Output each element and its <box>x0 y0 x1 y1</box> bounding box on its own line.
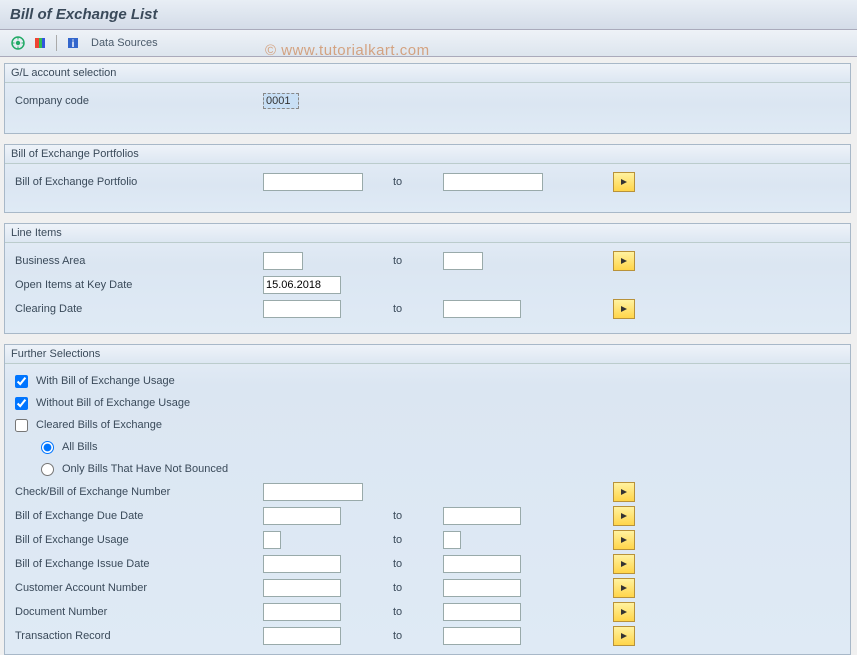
usage-from-input[interactable] <box>263 531 281 549</box>
due-date-label: Bill of Exchange Due Date <box>13 510 263 522</box>
due-date-from-input[interactable] <box>263 507 341 525</box>
due-date-to-label: to <box>383 510 443 522</box>
group-further-selections: Further Selections With Bill of Exchange… <box>4 344 851 655</box>
group-header-line-items: Line Items <box>5 224 850 243</box>
info-icon[interactable]: i <box>63 34 83 52</box>
group-header-portfolios: Bill of Exchange Portfolios <box>5 145 850 164</box>
doc-number-to-input[interactable] <box>443 603 521 621</box>
cust-acct-to-label: to <box>383 582 443 594</box>
cleared-label: Cleared Bills of Exchange <box>36 419 162 431</box>
with-usage-checkbox[interactable] <box>15 375 28 388</box>
without-usage-label: Without Bill of Exchange Usage <box>36 397 190 409</box>
trans-record-to-input[interactable] <box>443 627 521 645</box>
doc-number-to-label: to <box>383 606 443 618</box>
without-usage-checkbox[interactable] <box>15 397 28 410</box>
group-header-gl: G/L account selection <box>5 64 850 83</box>
trans-record-to-label: to <box>383 630 443 642</box>
issue-date-label: Bill of Exchange Issue Date <box>13 558 263 570</box>
usage-to-label: to <box>383 534 443 546</box>
execute-icon[interactable] <box>8 34 28 52</box>
business-area-label: Business Area <box>13 255 263 267</box>
clearing-date-label: Clearing Date <box>13 303 263 315</box>
business-area-to-input[interactable] <box>443 252 483 270</box>
not-bounced-label: Only Bills That Have Not Bounced <box>62 463 228 475</box>
clearing-date-from-input[interactable] <box>263 300 341 318</box>
trans-record-multi-button[interactable] <box>613 626 635 646</box>
clearing-date-multi-button[interactable] <box>613 299 635 319</box>
clearing-date-to-label: to <box>383 303 443 315</box>
all-bills-label: All Bills <box>62 441 97 453</box>
usage-to-input[interactable] <box>443 531 461 549</box>
doc-number-from-input[interactable] <box>263 603 341 621</box>
portfolio-to-input[interactable] <box>443 173 543 191</box>
doc-number-label: Document Number <box>13 606 263 618</box>
business-area-multi-button[interactable] <box>613 251 635 271</box>
trans-record-from-input[interactable] <box>263 627 341 645</box>
cust-acct-label: Customer Account Number <box>13 582 263 594</box>
with-usage-label: With Bill of Exchange Usage <box>36 375 175 387</box>
cust-acct-from-input[interactable] <box>263 579 341 597</box>
group-portfolios: Bill of Exchange Portfolios Bill of Exch… <box>4 144 851 213</box>
due-date-multi-button[interactable] <box>613 506 635 526</box>
toolbar-separator <box>56 35 57 51</box>
cleared-checkbox[interactable] <box>15 419 28 432</box>
issue-date-to-input[interactable] <box>443 555 521 573</box>
not-bounced-radio[interactable] <box>41 463 54 476</box>
check-number-label: Check/Bill of Exchange Number <box>13 486 263 498</box>
usage-label: Bill of Exchange Usage <box>13 534 263 546</box>
open-items-label: Open Items at Key Date <box>13 279 263 291</box>
toolbar: i Data Sources <box>0 30 857 57</box>
portfolio-label: Bill of Exchange Portfolio <box>13 176 263 188</box>
issue-date-from-input[interactable] <box>263 555 341 573</box>
group-line-items: Line Items Business Area to Open Items a… <box>4 223 851 334</box>
business-area-from-input[interactable] <box>263 252 303 270</box>
check-number-multi-button[interactable] <box>613 482 635 502</box>
portfolio-from-input[interactable] <box>263 173 363 191</box>
page-title: Bill of Exchange List <box>10 6 847 23</box>
company-code-label: Company code <box>13 95 263 107</box>
title-bar: Bill of Exchange List <box>0 0 857 30</box>
portfolio-to-label: to <box>383 176 443 188</box>
group-header-further: Further Selections <box>5 345 850 364</box>
content: G/L account selection Company code 0001 … <box>0 57 857 655</box>
due-date-to-input[interactable] <box>443 507 521 525</box>
all-bills-radio[interactable] <box>41 441 54 454</box>
check-number-input[interactable] <box>263 483 363 501</box>
svg-text:i: i <box>72 39 75 50</box>
doc-number-multi-button[interactable] <box>613 602 635 622</box>
issue-date-to-label: to <box>383 558 443 570</box>
cust-acct-to-input[interactable] <box>443 579 521 597</box>
open-items-date-input[interactable] <box>263 276 341 294</box>
cust-acct-multi-button[interactable] <box>613 578 635 598</box>
variants-icon[interactable] <box>30 34 50 52</box>
data-sources-button[interactable]: Data Sources <box>85 37 164 49</box>
business-area-to-label: to <box>383 255 443 267</box>
portfolio-multi-button[interactable] <box>613 172 635 192</box>
trans-record-label: Transaction Record <box>13 630 263 642</box>
company-code-value[interactable]: 0001 <box>263 93 299 109</box>
clearing-date-to-input[interactable] <box>443 300 521 318</box>
group-gl-account: G/L account selection Company code 0001 <box>4 63 851 134</box>
usage-multi-button[interactable] <box>613 530 635 550</box>
issue-date-multi-button[interactable] <box>613 554 635 574</box>
